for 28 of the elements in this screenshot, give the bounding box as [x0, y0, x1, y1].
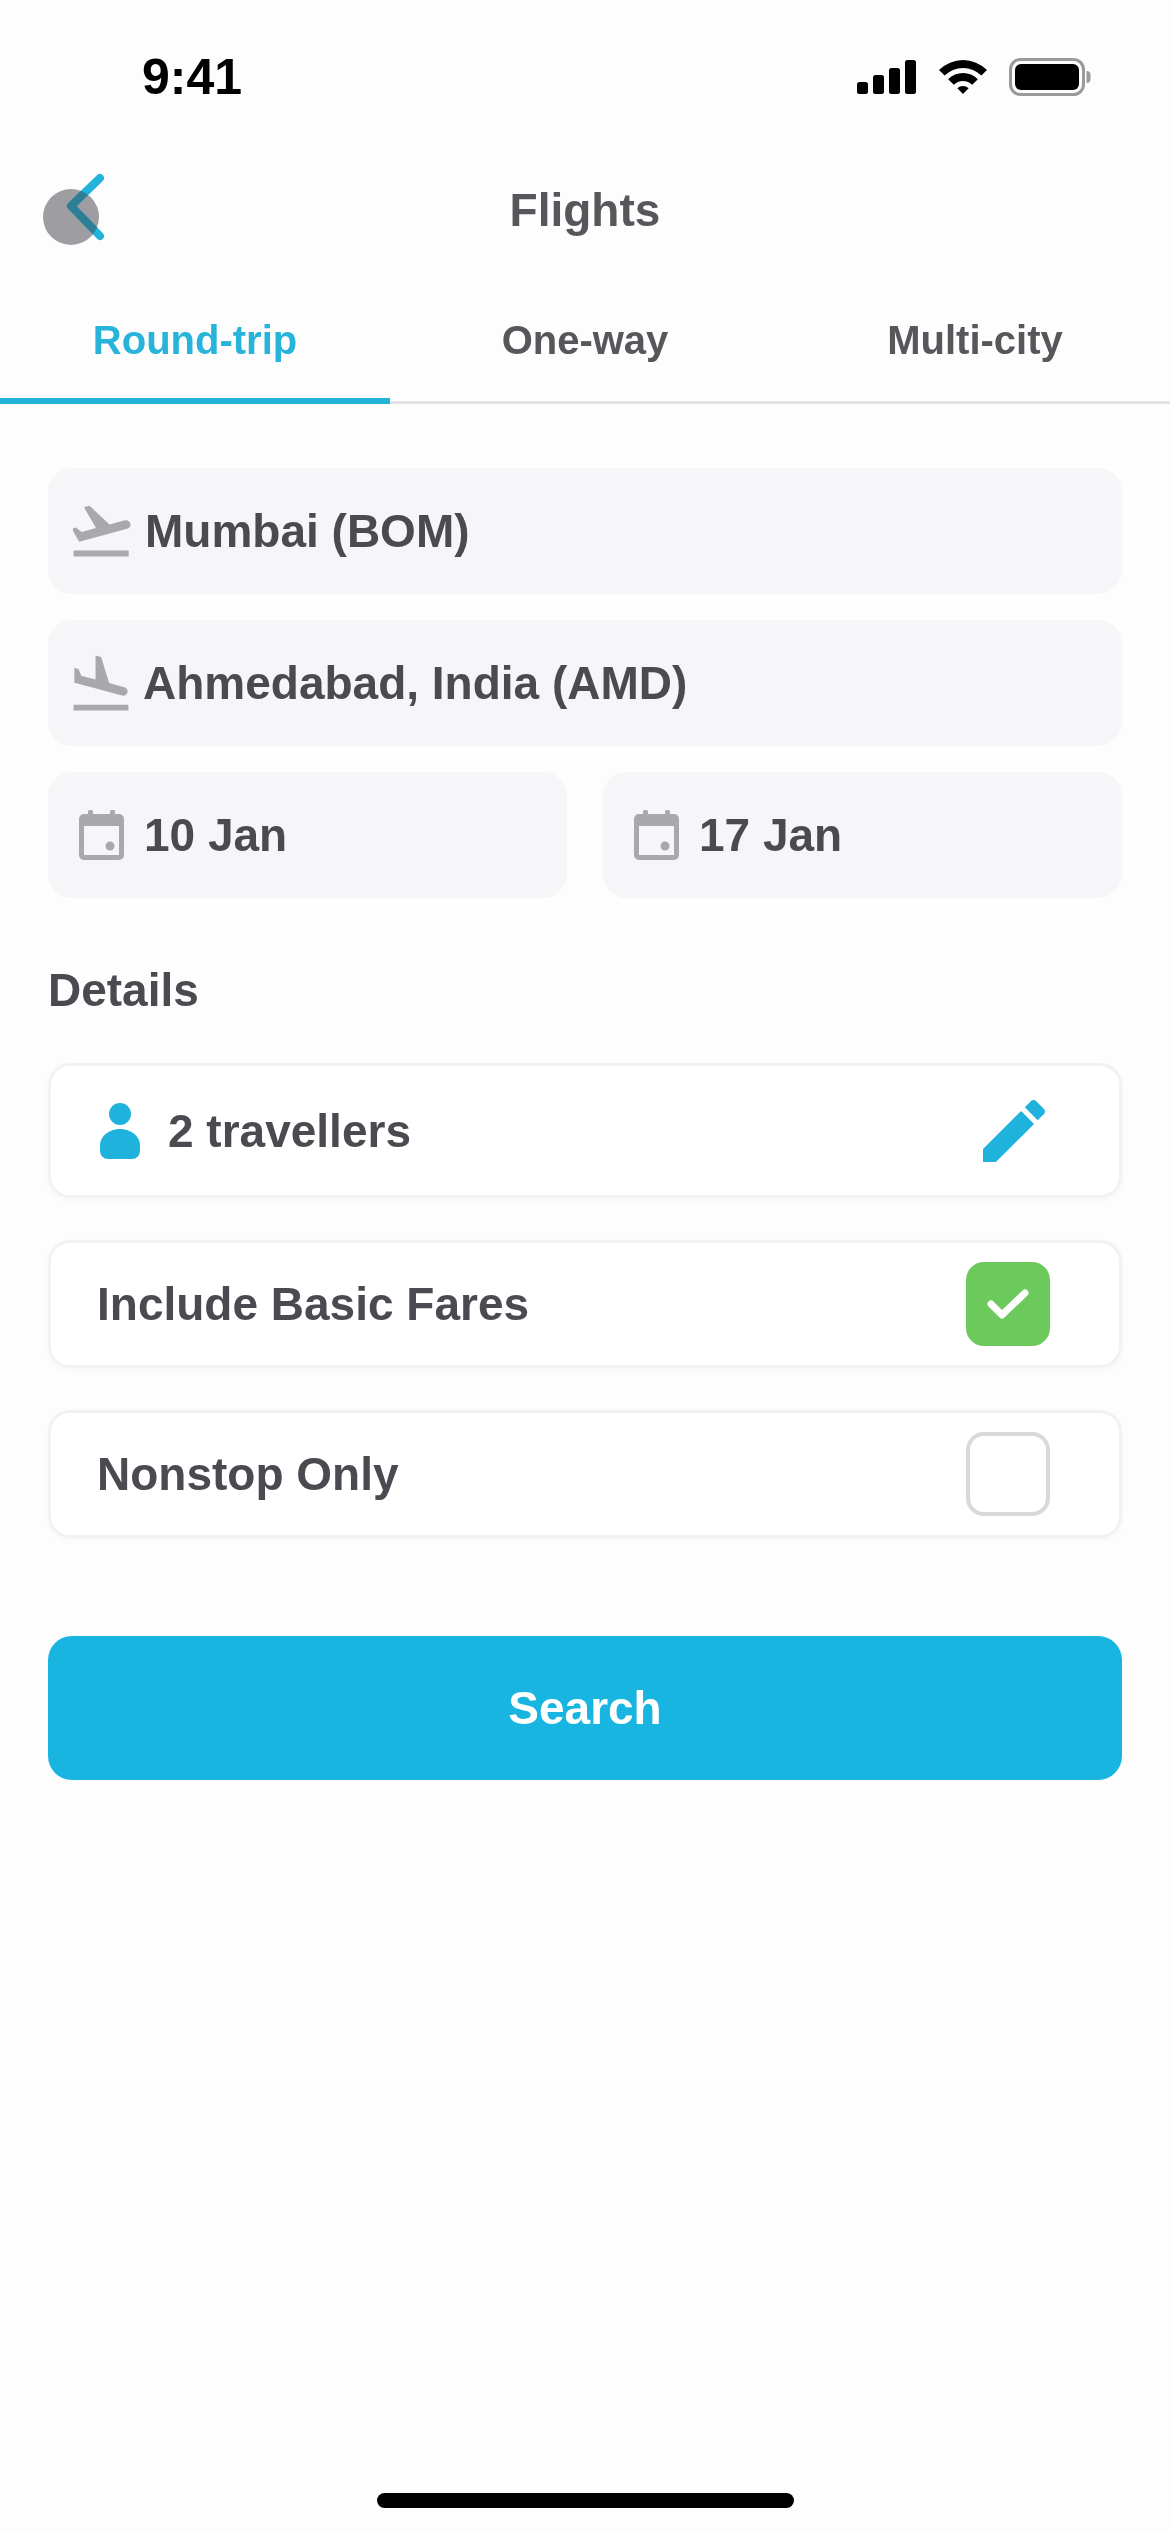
option-label: Include Basic Fares [97, 1277, 530, 1331]
arrival-field[interactable]: Ahmedabad, India (AMD) [48, 620, 1122, 746]
checkbox[interactable] [966, 1432, 1050, 1516]
battery-icon [1009, 58, 1091, 96]
signal-icon [857, 60, 917, 94]
date-field[interactable]: 17 Jan [603, 772, 1122, 898]
status-time: 9:41 [142, 48, 243, 107]
date-field[interactable]: 10 Jan [48, 772, 567, 898]
travellers-count: 2 travellers [168, 1103, 411, 1158]
back-icon[interactable] [42, 173, 106, 247]
wifi-icon [939, 60, 987, 94]
option-label: Nonstop Only [97, 1447, 399, 1501]
plane-takeoff-icon [73, 505, 131, 557]
checkmark-icon [986, 1287, 1030, 1321]
plane-landing-icon [73, 655, 129, 711]
travellers-card[interactable]: 2 travellers [48, 1063, 1122, 1198]
calendar-icon [634, 810, 679, 860]
tab[interactable]: One-way [390, 266, 780, 404]
calendar-icon [79, 810, 124, 860]
section-heading: Details [48, 964, 200, 1016]
tab[interactable]: Multi-city [780, 266, 1170, 404]
option-row[interactable]: Include Basic Fares [48, 1240, 1122, 1368]
pencil-icon[interactable] [983, 1099, 1045, 1162]
page-title: Flights [509, 183, 661, 238]
checkbox[interactable] [966, 1262, 1050, 1346]
departure-field[interactable]: Mumbai (BOM) [48, 468, 1122, 594]
option-row[interactable]: Nonstop Only [48, 1410, 1122, 1538]
person-icon [100, 1102, 140, 1159]
